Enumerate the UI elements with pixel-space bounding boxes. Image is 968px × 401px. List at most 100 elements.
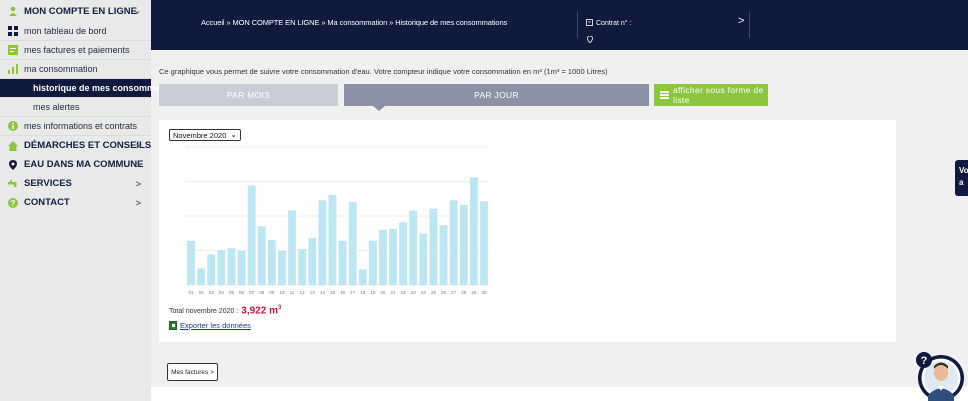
chart-bar[interactable] <box>298 249 307 285</box>
side-feedback-tab[interactable]: Vo a <box>955 160 968 196</box>
chart-bar[interactable] <box>308 238 317 285</box>
user-icon <box>8 6 18 16</box>
chart-tick-label: 04 <box>219 290 225 295</box>
sidebar-item-contact[interactable]: ? CONTACT > <box>0 193 151 212</box>
sidebar-item-alertes[interactable]: mes alertes <box>0 98 151 117</box>
chart-bar[interactable] <box>267 239 276 285</box>
chart-bar[interactable] <box>318 200 327 285</box>
chart-bar[interactable] <box>439 225 448 285</box>
chart-tick-label: 20 <box>380 290 386 295</box>
chart-description: Ce graphique vous permet de suivre votre… <box>159 67 608 76</box>
sidebar-item-label: ma consommation <box>24 64 98 74</box>
total-value: 3,922 m3 <box>241 305 281 316</box>
chart-tick-label: 05 <box>229 290 235 295</box>
sidebar-item-eau-commune[interactable]: EAU DANS MA COMMUNE > <box>0 155 151 174</box>
month-select[interactable]: Novembre 2020 ⌄ <box>169 129 241 141</box>
invoice-icon <box>8 45 18 55</box>
chart-tick-label: 16 <box>340 290 346 295</box>
chart-bar[interactable] <box>257 226 266 285</box>
contract-label: Contrat n° : <box>596 20 632 27</box>
sidebar-item-label: SERVICES <box>24 178 72 189</box>
sidebar-item-factures[interactable]: mes factures et paiements <box>0 41 151 60</box>
chart-bar[interactable] <box>409 210 418 285</box>
sidebar-item-tableau-de-bord[interactable]: mon tableau de bord <box>0 22 151 41</box>
tab-par-mois[interactable]: PAR MOIS <box>159 84 338 106</box>
chart-bar[interactable] <box>217 250 226 285</box>
chart-tick-label: 22 <box>401 290 407 295</box>
assistant-widget[interactable]: ? <box>908 348 968 401</box>
chart-bar[interactable] <box>338 240 347 285</box>
footer-strip <box>151 387 968 401</box>
sidebar-item-consommation[interactable]: ma consommation <box>0 60 151 79</box>
header-divider <box>749 12 750 38</box>
svg-text:?: ? <box>11 199 16 208</box>
breadcrumb[interactable]: Accueil » MON COMPTE EN LIGNE » Ma conso… <box>201 18 507 27</box>
chart-bar[interactable] <box>348 202 357 285</box>
sidebar-item-mon-compte[interactable]: MON COMPTE EN LIGNE ⌄ <box>0 0 151 22</box>
chart-bar[interactable] <box>278 250 286 285</box>
chart-tick-label: 25 <box>431 290 437 295</box>
mes-factures-button[interactable]: Mes factures > <box>167 363 218 381</box>
chart-bar[interactable] <box>237 250 246 285</box>
chart-bar[interactable] <box>449 200 458 285</box>
chart-tick-label: 01 <box>189 290 195 295</box>
faucet-icon <box>8 179 18 189</box>
chart-tick-label: 06 <box>239 290 245 295</box>
sidebar-item-informations[interactable]: mes informations et contrats <box>0 117 151 136</box>
chart-bar[interactable] <box>328 194 337 285</box>
dashboard-icon <box>8 26 18 36</box>
chart-bar[interactable] <box>459 204 468 285</box>
chart-bar[interactable] <box>358 269 367 285</box>
chart-bar[interactable] <box>419 233 428 285</box>
sidebar-item-label: MON COMPTE EN LIGNE <box>24 5 137 17</box>
chart-bar[interactable] <box>379 229 387 285</box>
chart-bar[interactable] <box>197 268 206 285</box>
total-unit-exponent: 3 <box>277 305 282 311</box>
chevron-right-icon: > <box>135 178 141 189</box>
chart-bar[interactable] <box>247 185 256 285</box>
question-icon: ? <box>8 197 18 208</box>
chart-tick-label: 24 <box>421 290 427 295</box>
chart-tick-label: 11 <box>290 290 295 295</box>
chart-bar[interactable] <box>429 208 438 285</box>
chart-tick-label: 15 <box>330 290 336 295</box>
tab-par-jour[interactable]: PAR JOUR <box>344 84 649 106</box>
chart-bar[interactable] <box>227 248 236 285</box>
sidebar-item-services[interactable]: SERVICES > <box>0 174 151 193</box>
contract-selector[interactable]: Contrat n° : <box>586 19 631 28</box>
chart-tick-label: 17 <box>350 290 356 295</box>
sidebar-item-label: EAU DANS MA COMMUNE <box>24 159 144 170</box>
active-tab-caret <box>373 106 385 111</box>
chart-tick-label: 14 <box>320 290 326 295</box>
export-link[interactable]: Exporter les données <box>169 321 251 330</box>
sidebar-item-historique[interactable]: historique de mes consommations <box>0 79 182 98</box>
chevron-right-icon[interactable]: > <box>738 15 744 27</box>
chart-tick-label: 12 <box>300 290 306 295</box>
chart-bar[interactable] <box>469 177 478 285</box>
list-view-button[interactable]: afficher sous forme de liste <box>654 84 768 106</box>
chevron-right-icon: > <box>135 140 141 151</box>
chart-bar[interactable] <box>207 254 216 285</box>
chart-bar[interactable] <box>368 240 377 285</box>
chart-tick-label: 09 <box>269 290 275 295</box>
info-icon <box>8 121 18 131</box>
chevron-down-icon: ⌄ <box>230 130 237 139</box>
chart-bar[interactable] <box>480 201 488 285</box>
chart-tick-label: 26 <box>441 290 447 295</box>
chevron-right-icon: > <box>135 197 141 208</box>
sidebar: MON COMPTE EN LIGNE ⌄ mon tableau de bor… <box>0 0 182 401</box>
chart-bar[interactable] <box>187 240 195 285</box>
chart-bar[interactable] <box>399 222 408 285</box>
sidebar-item-label: mon tableau de bord <box>24 26 107 36</box>
list-icon <box>660 91 669 99</box>
chart-tick-label: 19 <box>370 290 376 295</box>
chart-tick-label: 23 <box>411 290 417 295</box>
chart-tick-label: 03 <box>209 290 215 295</box>
monthly-total: Total novembre 2020 : 3,922 m3 <box>169 305 281 316</box>
chart-bar[interactable] <box>389 228 397 285</box>
sidebar-item-demarches[interactable]: DÉMARCHES ET CONSEILS > <box>0 136 151 155</box>
chart-bar[interactable] <box>288 210 296 285</box>
chart-tick-label: 27 <box>451 290 457 295</box>
month-select-value: Novembre 2020 <box>173 130 227 140</box>
sidebar-item-label: mes alertes <box>33 102 80 112</box>
